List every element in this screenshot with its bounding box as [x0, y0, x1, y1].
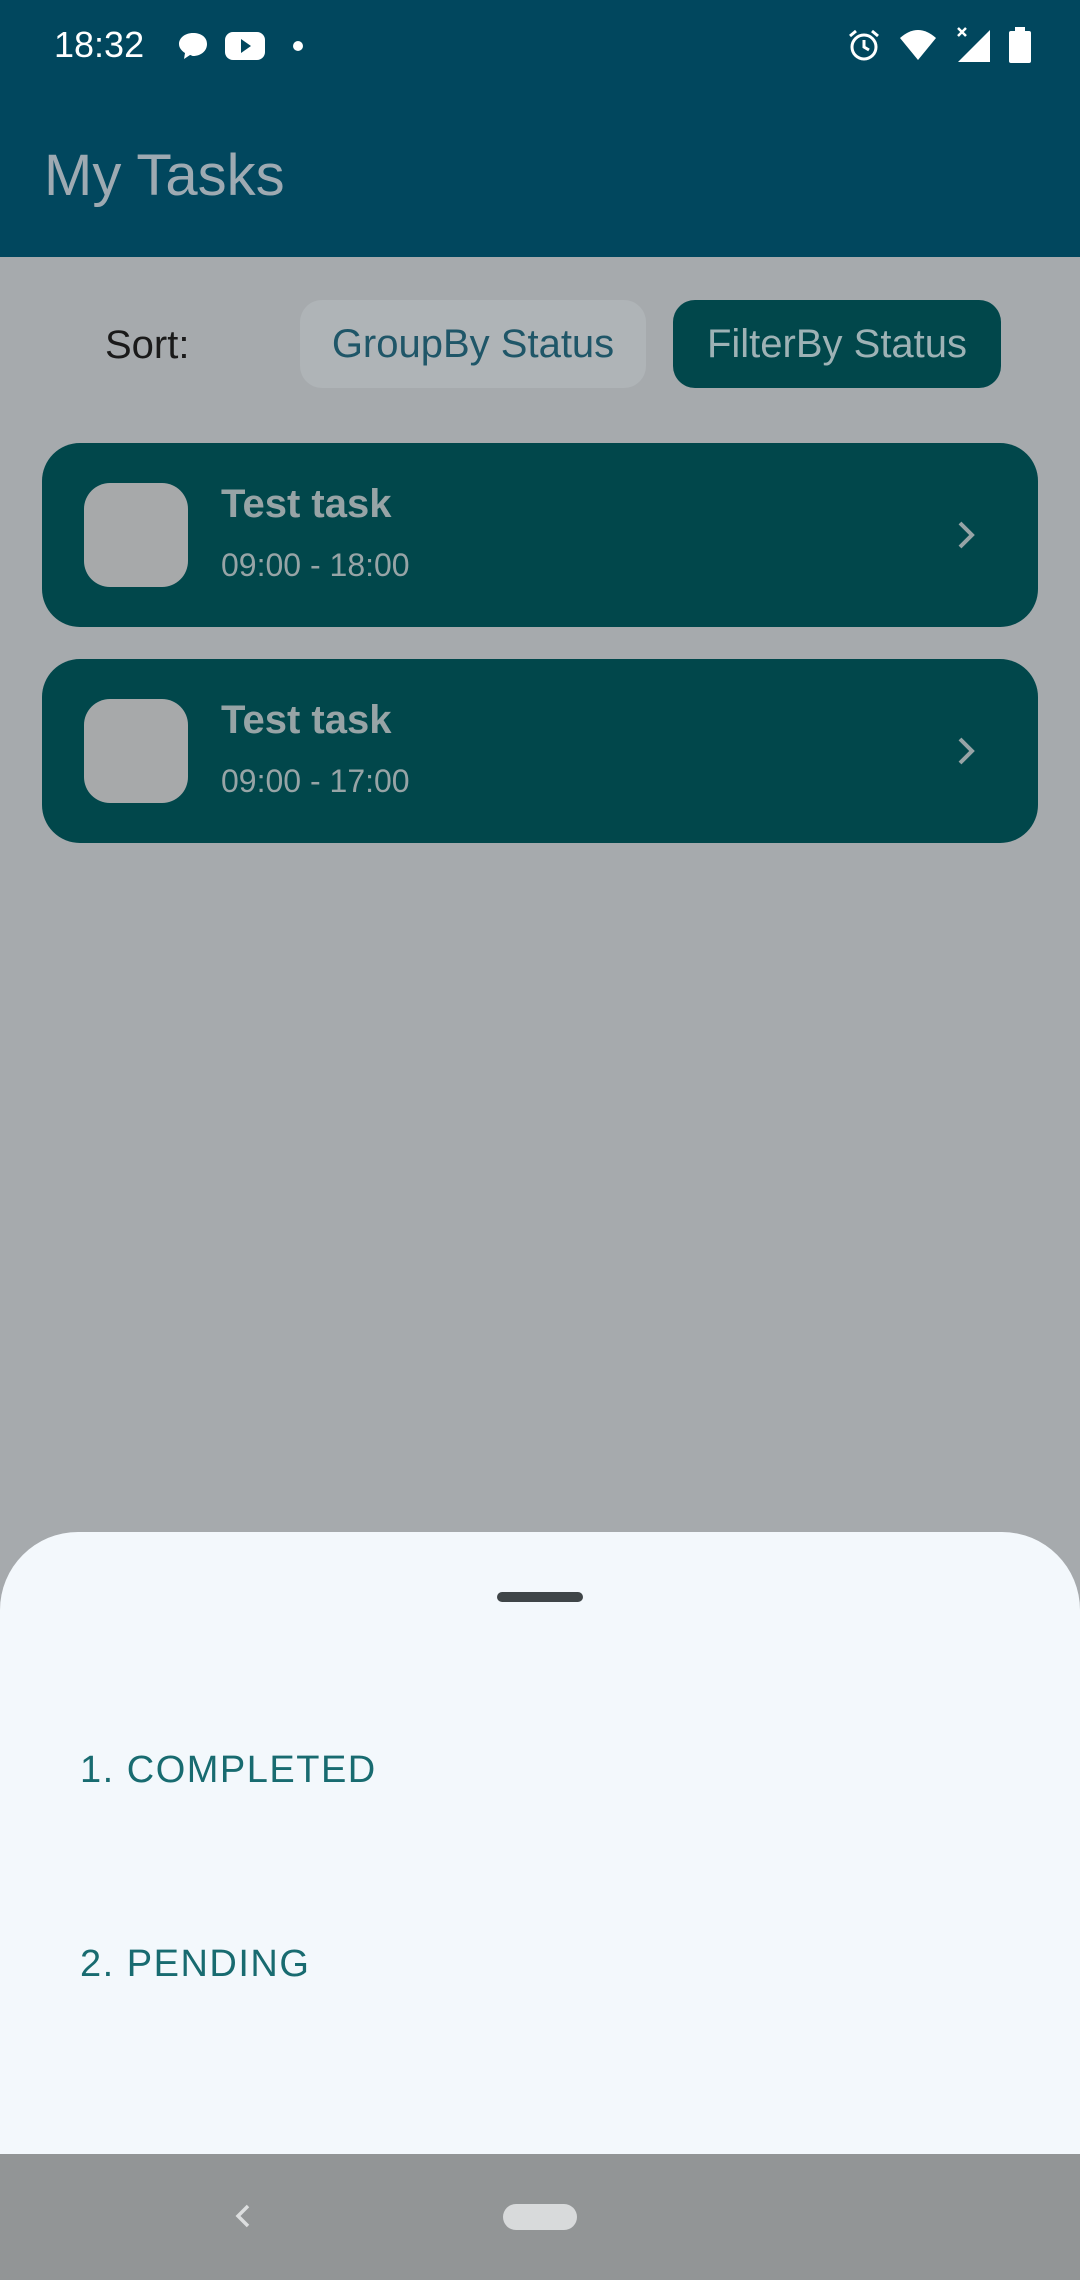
bottom-sheet: 1. COMPLETED 2. PENDING [0, 1532, 1080, 2154]
status-time: 18:32 [54, 24, 145, 65]
filter-by-status-chip[interactable]: FilterBy Status [673, 300, 1001, 388]
task-card[interactable]: Test task 09:00 - 17:00 [42, 659, 1038, 843]
task-time: 09:00 - 18:00 [221, 547, 410, 583]
group-by-status-chip[interactable]: GroupBy Status [300, 300, 646, 388]
youtube-icon [225, 32, 265, 60]
signal-icon [957, 27, 990, 62]
task-thumbnail [84, 483, 188, 587]
drag-handle[interactable] [497, 1592, 583, 1602]
back-icon[interactable] [226, 2198, 262, 2234]
task-time: 09:00 - 17:00 [221, 763, 410, 799]
app-bar: My Tasks [0, 90, 1080, 257]
task-card[interactable]: Test task 09:00 - 18:00 [42, 443, 1038, 627]
sort-label: Sort: [105, 323, 190, 367]
dot-icon [293, 41, 303, 51]
alarm-icon [849, 29, 879, 61]
home-button[interactable] [503, 2204, 577, 2230]
battery-icon [1009, 27, 1031, 63]
option-completed[interactable]: 1. COMPLETED [80, 1746, 377, 1794]
wifi-icon [900, 30, 936, 60]
navigation-bar [0, 2154, 1080, 2280]
filter-by-status-label: FilterBy Status [706, 321, 968, 366]
status-bar: 18:32 [0, 0, 1080, 90]
group-by-status-label: GroupBy Status [331, 321, 615, 366]
chevron-right-icon [958, 521, 975, 549]
chat-bubble-icon [179, 33, 207, 59]
task-thumbnail [84, 699, 188, 803]
page-title: My Tasks [44, 143, 285, 208]
task-title: Test task [221, 698, 392, 742]
task-title: Test task [221, 482, 392, 526]
option-pending[interactable]: 2. PENDING [80, 1940, 310, 1988]
status-system-icons [846, 24, 1032, 66]
chevron-right-icon [958, 737, 975, 765]
status-notification-icons [176, 26, 316, 66]
